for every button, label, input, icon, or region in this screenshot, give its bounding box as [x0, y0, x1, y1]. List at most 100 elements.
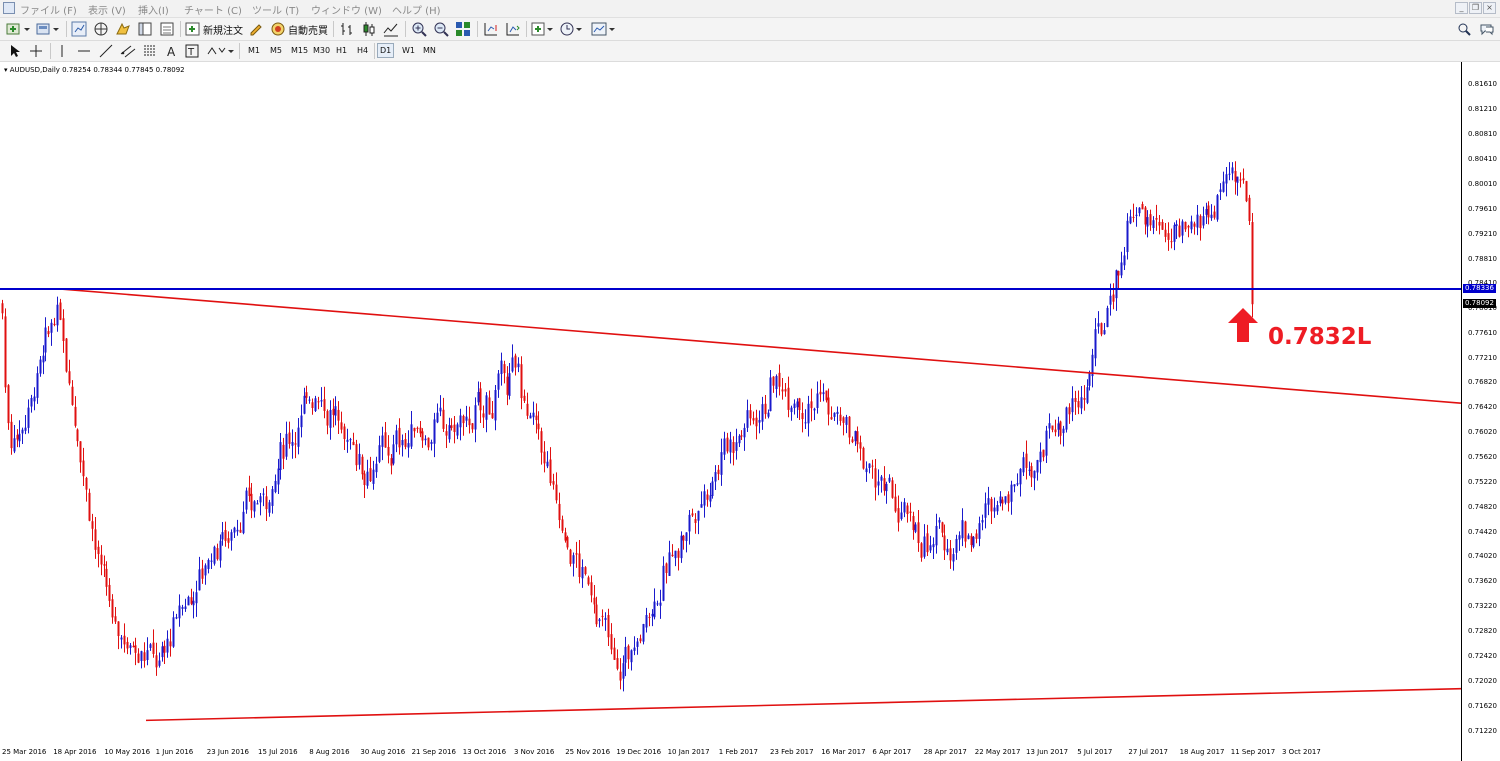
- price-tick-label: 0.75620: [1468, 452, 1497, 461]
- candle-body: [862, 447, 865, 469]
- menu-file[interactable]: ファイル (F): [20, 2, 77, 17]
- chart-shift-icon[interactable]: [483, 21, 499, 37]
- timeframe-m30[interactable]: M30: [311, 43, 332, 58]
- auto-scroll-icon[interactable]: [505, 21, 521, 37]
- profiles-icon[interactable]: [36, 21, 60, 37]
- candle-body: [909, 511, 912, 513]
- candle-body: [1033, 470, 1036, 479]
- chart-menu-icon[interactable]: ▾: [4, 66, 8, 74]
- candle-body: [163, 645, 166, 653]
- chart-window[interactable]: ▾ AUDUSD,Daily 0.78254 0.78344 0.77845 0…: [0, 62, 1500, 761]
- timeframe-m1[interactable]: M1: [246, 43, 262, 58]
- timeframe-m15[interactable]: M15: [289, 43, 310, 58]
- navigator-icon[interactable]: [93, 21, 109, 37]
- templates-icon[interactable]: [591, 21, 615, 37]
- candle-body: [825, 390, 828, 401]
- candle-body: [700, 504, 703, 508]
- vertical-line-icon[interactable]: [56, 43, 68, 59]
- candle-body: [143, 652, 146, 661]
- periods-icon[interactable]: [560, 21, 582, 37]
- timeframe-h1[interactable]: H1: [334, 43, 349, 58]
- bar-chart-icon[interactable]: [339, 21, 355, 37]
- candle-body: [1202, 216, 1205, 226]
- time-tick-label: 28 Apr 2017: [923, 748, 967, 756]
- candle-body: [856, 431, 859, 445]
- time-tick-label: 25 Nov 2016: [565, 748, 611, 756]
- candle-body: [1117, 270, 1120, 276]
- price-tick-label: 0.77610: [1468, 329, 1497, 338]
- candle-body: [891, 480, 894, 498]
- tile-windows-icon[interactable]: [455, 21, 471, 37]
- menu-view[interactable]: 表示 (V): [88, 2, 126, 17]
- horizontal-line-icon[interactable]: [76, 43, 92, 59]
- restore-icon[interactable]: ❐: [1469, 2, 1482, 14]
- menu-insert[interactable]: 挿入(I): [138, 2, 169, 17]
- auto-trading-icon[interactable]: [270, 21, 286, 37]
- candle-body: [120, 637, 123, 640]
- candle-body: [114, 616, 117, 622]
- drawing-toolbar: A T M1 M5 M15 M30 H1 H4 D1 W1 MN: [0, 41, 1500, 62]
- candle-body: [981, 520, 984, 523]
- text-label-icon[interactable]: T: [185, 43, 199, 59]
- candle-body: [561, 519, 564, 531]
- candle-body: [282, 444, 285, 459]
- new-order-button[interactable]: 新規注文: [203, 22, 243, 37]
- candle-body: [82, 460, 85, 477]
- data-window-icon[interactable]: [115, 21, 131, 37]
- crosshair-icon[interactable]: [28, 43, 44, 59]
- candle-body: [233, 527, 236, 533]
- metaeditor-icon[interactable]: [248, 21, 264, 37]
- price-axis[interactable]: 0.81610 0.81210 0.80810 0.80410 0.80010 0.796…: [1461, 62, 1500, 761]
- menu-chart[interactable]: チャート (C): [184, 2, 242, 17]
- candle-body: [97, 546, 100, 555]
- time-tick-label: 10 May 2016: [104, 748, 151, 756]
- candlestick-icon[interactable]: [361, 21, 377, 37]
- candle-body: [842, 417, 845, 423]
- arrows-icon[interactable]: [206, 43, 234, 59]
- candle-body: [1199, 215, 1202, 229]
- zoom-in-icon[interactable]: [411, 21, 427, 37]
- chat-icon[interactable]: [1479, 21, 1495, 37]
- close-icon[interactable]: ×: [1483, 2, 1496, 14]
- fibonacci-icon[interactable]: [142, 43, 158, 59]
- zoom-out-icon[interactable]: [433, 21, 449, 37]
- candle-body: [999, 496, 1002, 504]
- candle-body: [259, 496, 262, 503]
- search-icon[interactable]: [1457, 21, 1471, 37]
- menu-tools[interactable]: ツール (T): [252, 2, 299, 17]
- candle-body: [13, 438, 16, 452]
- candle-body: [651, 613, 654, 617]
- candle-body: [662, 565, 665, 601]
- equidistant-channel-icon[interactable]: [120, 43, 136, 59]
- menu-help[interactable]: ヘルプ (H): [392, 2, 441, 17]
- candle-body: [314, 398, 317, 411]
- time-tick-label: 27 Jul 2017: [1128, 748, 1169, 756]
- timeframe-d1[interactable]: D1: [377, 43, 395, 58]
- candle-body: [465, 416, 468, 421]
- price-tick-label: 0.74420: [1468, 527, 1497, 536]
- timeframe-w1[interactable]: W1: [400, 43, 417, 58]
- candle-body: [248, 487, 251, 497]
- strategy-tester-icon[interactable]: [159, 21, 175, 37]
- candle-body: [972, 536, 975, 547]
- new-chart-icon[interactable]: [6, 21, 30, 37]
- line-chart-icon[interactable]: [383, 21, 399, 37]
- candle-body: [839, 414, 842, 421]
- cursor-icon[interactable]: [8, 43, 22, 59]
- menu-window[interactable]: ウィンドウ (W): [311, 2, 382, 17]
- indicators-icon[interactable]: [531, 21, 553, 37]
- auto-trading-button[interactable]: 自動売買: [288, 22, 328, 37]
- candle-body: [239, 529, 242, 533]
- terminal-icon[interactable]: [137, 21, 153, 37]
- text-icon[interactable]: A: [164, 43, 178, 59]
- price-chart-svg[interactable]: [0, 62, 1462, 761]
- new-order-icon[interactable]: [185, 21, 201, 37]
- minimize-icon[interactable]: _: [1455, 2, 1468, 14]
- price-tick-label: 0.72020: [1468, 676, 1497, 685]
- timeframe-h4[interactable]: H4: [355, 43, 370, 58]
- trend-line-icon[interactable]: [98, 43, 114, 59]
- candle-body: [424, 438, 427, 441]
- timeframe-m5[interactable]: M5: [268, 43, 284, 58]
- market-watch-icon[interactable]: [71, 21, 87, 37]
- timeframe-mn[interactable]: MN: [421, 43, 438, 58]
